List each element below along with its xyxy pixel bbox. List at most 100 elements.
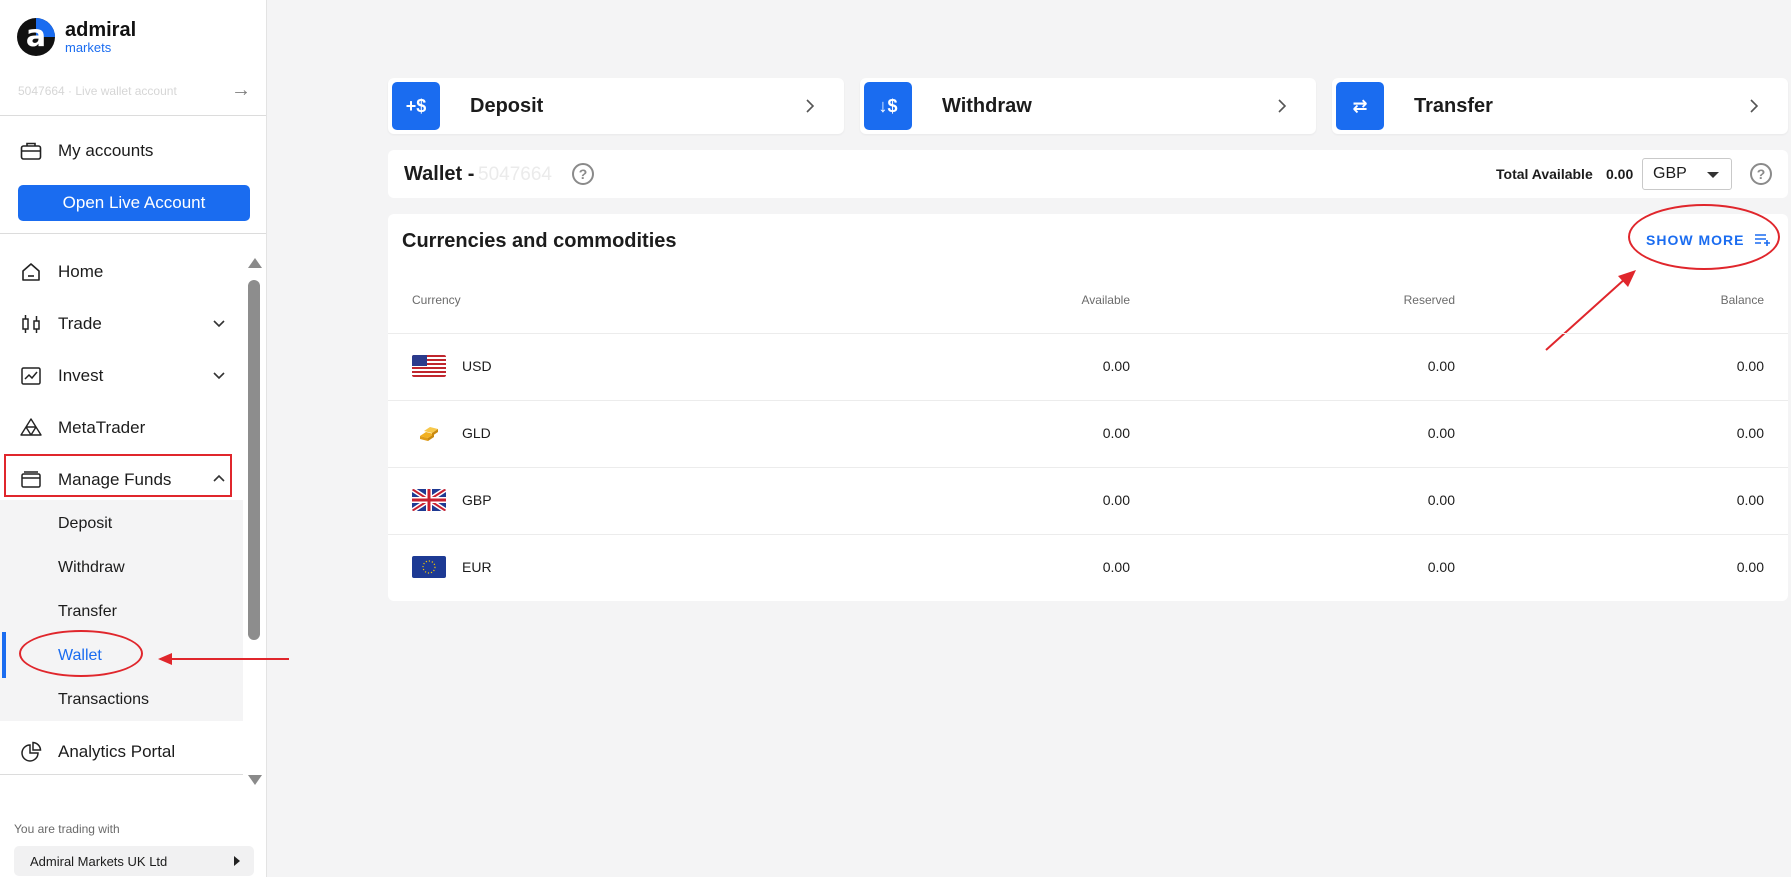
entity-selector[interactable]: Admiral Markets UK Ltd — [14, 846, 254, 876]
divider — [0, 233, 266, 234]
annotation-ellipse — [1628, 204, 1780, 270]
manage-funds-submenu — [0, 500, 243, 721]
wallet-header: Wallet - 5047664 ? Total Available 0.00 … — [388, 150, 1788, 198]
col-header-available[interactable]: Available — [1000, 293, 1130, 307]
logo-sub: markets — [65, 40, 112, 55]
gold-bars-icon — [420, 427, 438, 441]
nav-my-accounts[interactable]: My accounts — [0, 129, 240, 173]
briefcase-icon — [18, 138, 44, 164]
row-divider — [388, 467, 1788, 468]
currency-select-value: GBP — [1653, 165, 1687, 182]
caret-right-icon — [234, 856, 240, 866]
deposit-icon: +$ — [392, 82, 440, 130]
chevron-down-icon[interactable] — [212, 316, 226, 330]
trading-with-label: You are trading with — [14, 822, 120, 836]
reserved-value: 0.00 — [1427, 358, 1455, 374]
available-value: 0.00 — [1102, 492, 1130, 508]
currency-code: GBP — [462, 492, 492, 508]
chevron-down-icon[interactable] — [212, 368, 226, 382]
submenu-withdraw[interactable]: Withdraw — [58, 559, 125, 577]
transfer-icon: ⇄ — [1336, 82, 1384, 130]
nav-invest[interactable]: Invest — [0, 354, 240, 398]
balance-value: 0.00 — [1736, 559, 1764, 575]
account-selector-text[interactable]: 5047664 · Live wallet account — [18, 84, 208, 98]
currency-select[interactable]: GBP — [1642, 158, 1732, 190]
reserved-value: 0.00 — [1427, 425, 1455, 441]
chevron-right-icon — [1750, 99, 1759, 113]
us-flag-icon — [412, 355, 446, 377]
available-value: 0.00 — [1102, 358, 1130, 374]
sidebar: a admiral markets 5047664 · Live wallet … — [0, 0, 267, 877]
nav-trade-label: Trade — [58, 314, 102, 333]
chart-line-icon — [18, 363, 44, 389]
currencies-title: Currencies and commodities — [402, 230, 677, 252]
nav-trade[interactable]: Trade — [0, 302, 240, 346]
deposit-card-label: Deposit — [470, 94, 544, 117]
row-divider — [388, 534, 1788, 535]
nav-home[interactable]: Home — [0, 250, 240, 294]
withdraw-icon: ↓$ — [864, 82, 912, 130]
col-header-reserved[interactable]: Reserved — [1325, 293, 1455, 307]
submenu-transfer[interactable]: Transfer — [58, 603, 117, 621]
active-indicator — [2, 632, 6, 678]
annotation-arrow — [1545, 270, 1636, 351]
logo-brand: admiral — [65, 19, 137, 41]
admiral-logo-icon: a — [17, 18, 55, 56]
wallet-title: Wallet - — [404, 163, 475, 185]
admiral-logo[interactable]: a admiral markets — [17, 18, 136, 56]
wallet-id: 5047664 — [478, 164, 552, 185]
chevron-down-icon — [1707, 172, 1719, 178]
metatrader-icon — [18, 415, 44, 441]
pie-chart-icon — [18, 739, 44, 765]
currency-code: EUR — [462, 559, 492, 575]
scroll-down-arrow[interactable] — [248, 775, 262, 785]
nav-metatrader[interactable]: MetaTrader — [0, 406, 240, 450]
uk-flag-icon — [412, 489, 446, 511]
home-icon — [18, 259, 44, 285]
total-available-label: Total Available — [1496, 166, 1593, 182]
chevron-right-icon — [806, 99, 815, 113]
divider — [0, 774, 243, 775]
balance-value: 0.00 — [1736, 425, 1764, 441]
divider — [0, 115, 266, 116]
nav-metatrader-label: MetaTrader — [58, 418, 146, 437]
available-value: 0.00 — [1102, 425, 1130, 441]
total-available-value: 0.00 — [1606, 166, 1634, 182]
eu-flag-icon — [412, 556, 446, 578]
help-icon[interactable]: ? — [1750, 163, 1772, 185]
help-icon[interactable]: ? — [572, 163, 594, 185]
arrow-right-icon[interactable]: → — [231, 80, 251, 100]
currency-code: GLD — [462, 425, 491, 441]
submenu-transactions[interactable]: Transactions — [58, 691, 149, 709]
balance-value: 0.00 — [1736, 358, 1764, 374]
reserved-value: 0.00 — [1427, 559, 1455, 575]
chevron-right-icon — [1278, 99, 1287, 113]
annotation-highlight-box — [4, 454, 232, 497]
reserved-value: 0.00 — [1427, 492, 1455, 508]
nav-analytics-portal-label: Analytics Portal — [58, 742, 176, 761]
scrollbar-thumb[interactable] — [248, 280, 260, 640]
nav-invest-label: Invest — [58, 366, 104, 385]
candlestick-icon — [18, 311, 44, 337]
open-live-account-button[interactable]: Open Live Account — [18, 185, 250, 221]
nav-analytics-portal[interactable]: Analytics Portal — [0, 730, 240, 774]
withdraw-card[interactable]: ↓$ Withdraw — [860, 78, 1316, 134]
row-divider — [388, 333, 1788, 334]
entity-name: Admiral Markets UK Ltd — [30, 853, 168, 869]
scroll-up-arrow[interactable] — [248, 258, 262, 268]
available-value: 0.00 — [1102, 559, 1130, 575]
transfer-card[interactable]: ⇄ Transfer — [1332, 78, 1788, 134]
col-header-balance[interactable]: Balance — [1634, 293, 1764, 307]
deposit-card[interactable]: +$ Deposit — [388, 78, 844, 134]
submenu-deposit[interactable]: Deposit — [58, 515, 112, 533]
nav-my-accounts-label: My accounts — [58, 141, 154, 160]
withdraw-card-label: Withdraw — [942, 94, 1032, 117]
transfer-card-label: Transfer — [1414, 94, 1493, 117]
currency-code: USD — [462, 358, 492, 374]
col-header-currency[interactable]: Currency — [412, 293, 461, 307]
annotation-ellipse — [19, 630, 143, 677]
nav-home-label: Home — [58, 262, 104, 281]
balance-value: 0.00 — [1736, 492, 1764, 508]
row-divider — [388, 400, 1788, 401]
annotation-arrow — [158, 653, 289, 665]
